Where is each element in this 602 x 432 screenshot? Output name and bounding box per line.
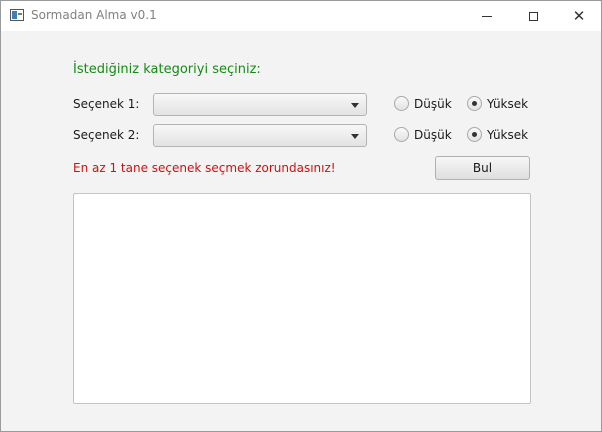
option2-radio-low[interactable]: Düşük — [394, 127, 452, 142]
title-bar[interactable]: Sormadan Alma v0.1 ✕ — [1, 1, 601, 31]
option2-label: Seçenek 2: — [73, 128, 140, 142]
option2-radio-high[interactable]: Yüksek — [467, 127, 528, 142]
option2-radio-high-label: Yüksek — [487, 127, 529, 142]
maximize-icon — [528, 11, 538, 21]
maximize-button[interactable] — [510, 1, 556, 31]
form-heading: İstediğiniz kategoriyi seçiniz: — [73, 62, 261, 77]
close-button[interactable]: ✕ — [556, 1, 602, 31]
option1-radio-high[interactable]: Yüksek — [467, 96, 528, 111]
app-window-icon — [10, 9, 24, 21]
minimize-button[interactable] — [464, 1, 510, 31]
option2-radio-low-label: Düşük — [414, 127, 452, 142]
radio-indicator-checked — [467, 96, 482, 111]
radio-indicator — [394, 96, 409, 111]
radio-indicator-checked — [467, 127, 482, 142]
option1-radio-high-label: Yüksek — [487, 96, 529, 111]
search-button[interactable]: Bul — [435, 156, 530, 180]
option1-label: Seçenek 1: — [73, 97, 140, 111]
option2-combobox[interactable] — [153, 124, 367, 147]
chevron-down-icon — [351, 103, 359, 108]
radio-indicator — [394, 127, 409, 142]
window-title: Sormadan Alma v0.1 — [31, 8, 157, 22]
minimize-icon — [482, 15, 492, 17]
close-icon: ✕ — [572, 6, 586, 25]
validation-error-message: En az 1 tane seçenek seçmek zorundasınız… — [73, 161, 336, 175]
chevron-down-icon — [351, 134, 359, 139]
option1-radio-low-label: Düşük — [414, 96, 452, 111]
app-window: Sormadan Alma v0.1 ✕ İstediğiniz kategor… — [0, 0, 602, 432]
option1-combobox[interactable] — [153, 93, 367, 116]
result-text-area[interactable] — [73, 193, 531, 404]
option1-radio-low[interactable]: Düşük — [394, 96, 452, 111]
